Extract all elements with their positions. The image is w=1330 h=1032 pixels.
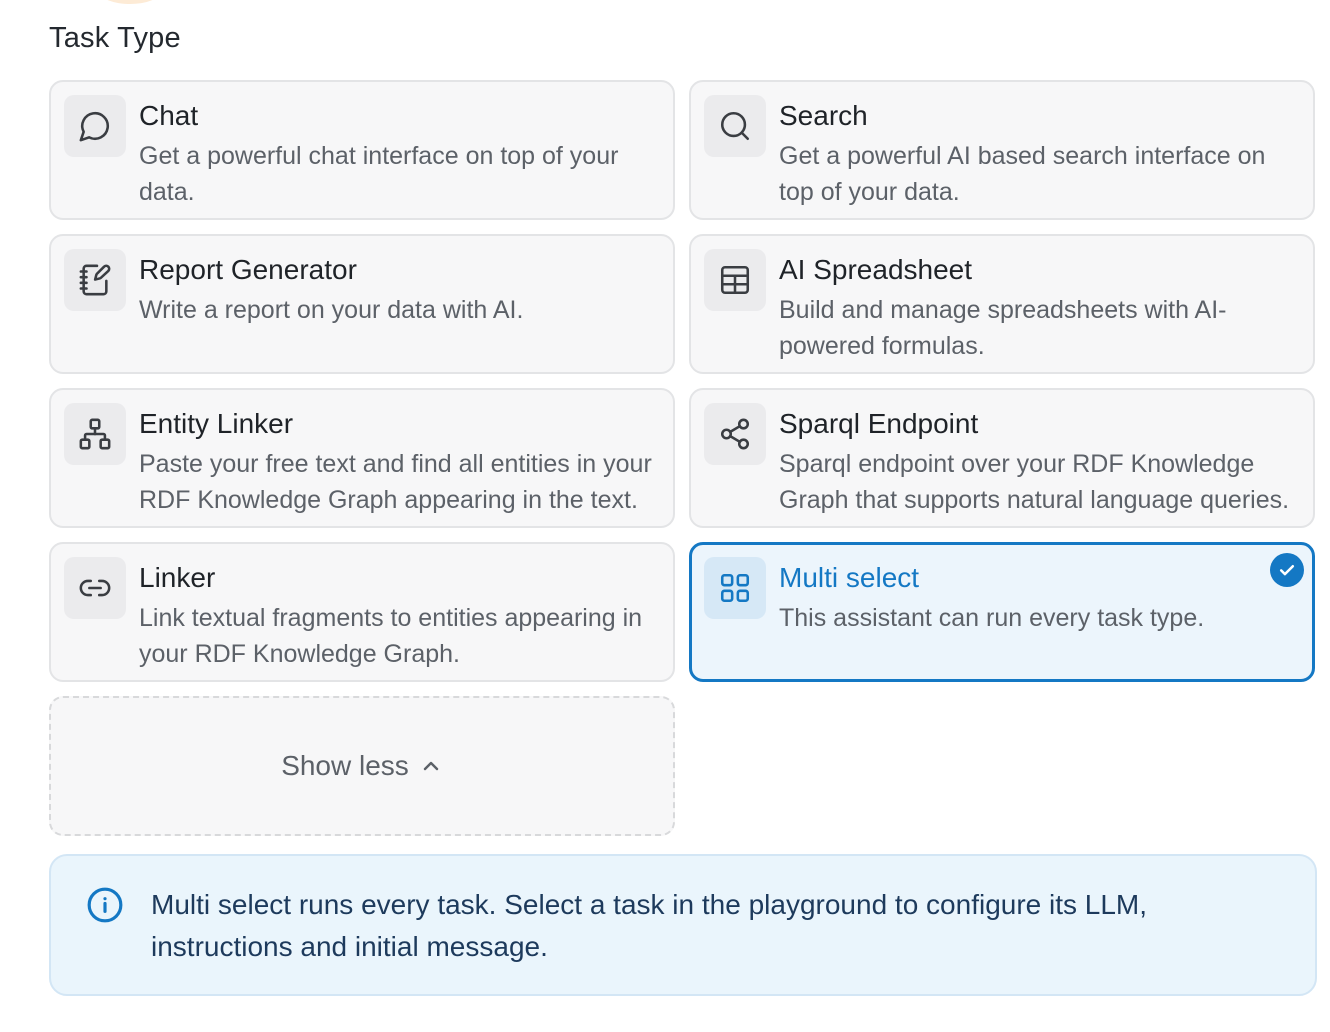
task-card-chat[interactable]: Chat Get a powerful chat interface on to… bbox=[49, 80, 675, 220]
link-icon bbox=[64, 557, 126, 619]
task-card-title: Chat bbox=[139, 100, 199, 131]
info-circle-icon bbox=[86, 886, 124, 924]
chevron-up-icon bbox=[423, 761, 439, 771]
task-card-description: This assistant can run every task type. bbox=[779, 604, 1205, 632]
avatar-fragment bbox=[100, 0, 160, 4]
network-hierarchy-icon bbox=[64, 403, 126, 465]
task-type-grid: Chat Get a powerful chat interface on to… bbox=[49, 80, 1317, 836]
notebook-pen-icon bbox=[64, 249, 126, 311]
task-card-search[interactable]: Search Get a powerful AI based search in… bbox=[689, 80, 1315, 220]
task-card-entity-linker[interactable]: Entity Linker Paste your free text and f… bbox=[49, 388, 675, 528]
task-card-title: AI Spreadsheet bbox=[779, 254, 973, 285]
task-card-title: Entity Linker bbox=[139, 408, 294, 439]
task-card-title: Multi select bbox=[779, 562, 920, 593]
task-card-title: Search bbox=[779, 100, 868, 131]
task-card-ai-spreadsheet[interactable]: AI Spreadsheet Build and manage spreadsh… bbox=[689, 234, 1315, 374]
task-card-report-generator[interactable]: Report Generator Write a report on your … bbox=[49, 234, 675, 374]
show-less-button[interactable]: Show less bbox=[49, 696, 675, 836]
task-card-description: Paste your free text and find all entiti… bbox=[139, 450, 652, 514]
task-card-description: Get a powerful AI based search interface… bbox=[779, 142, 1266, 206]
task-card-description: Link textual fragments to entities appea… bbox=[139, 604, 643, 668]
search-icon bbox=[704, 95, 766, 157]
grid-icon bbox=[704, 557, 766, 619]
task-card-title: Report Generator bbox=[139, 254, 357, 285]
task-card-title: Linker bbox=[139, 562, 216, 593]
task-card-linker[interactable]: Linker Link textual fragments to entitie… bbox=[49, 542, 675, 682]
task-card-multi-select[interactable]: Multi select This assistant can run ever… bbox=[689, 542, 1315, 682]
spreadsheet-icon bbox=[704, 249, 766, 311]
task-card-title: Sparql Endpoint bbox=[779, 408, 979, 439]
info-banner: Multi select runs every task. Select a t… bbox=[49, 854, 1317, 996]
task-card-description: Write a report on your data with AI. bbox=[139, 296, 524, 324]
show-less-label: Show less bbox=[281, 750, 409, 781]
task-card-description: Build and manage spreadsheets with AI-po… bbox=[779, 296, 1227, 360]
chat-bubble-icon bbox=[64, 95, 126, 157]
share-nodes-icon bbox=[704, 403, 766, 465]
info-banner-text: Multi select runs every task. Select a t… bbox=[151, 889, 1148, 962]
task-card-description: Get a powerful chat interface on top of … bbox=[139, 142, 619, 206]
selected-check-icon bbox=[1270, 553, 1304, 587]
section-title: Task Type bbox=[49, 22, 181, 54]
task-card-sparql-endpoint[interactable]: Sparql Endpoint Sparql endpoint over you… bbox=[689, 388, 1315, 528]
task-card-description: Sparql endpoint over your RDF Knowledge … bbox=[779, 450, 1290, 514]
